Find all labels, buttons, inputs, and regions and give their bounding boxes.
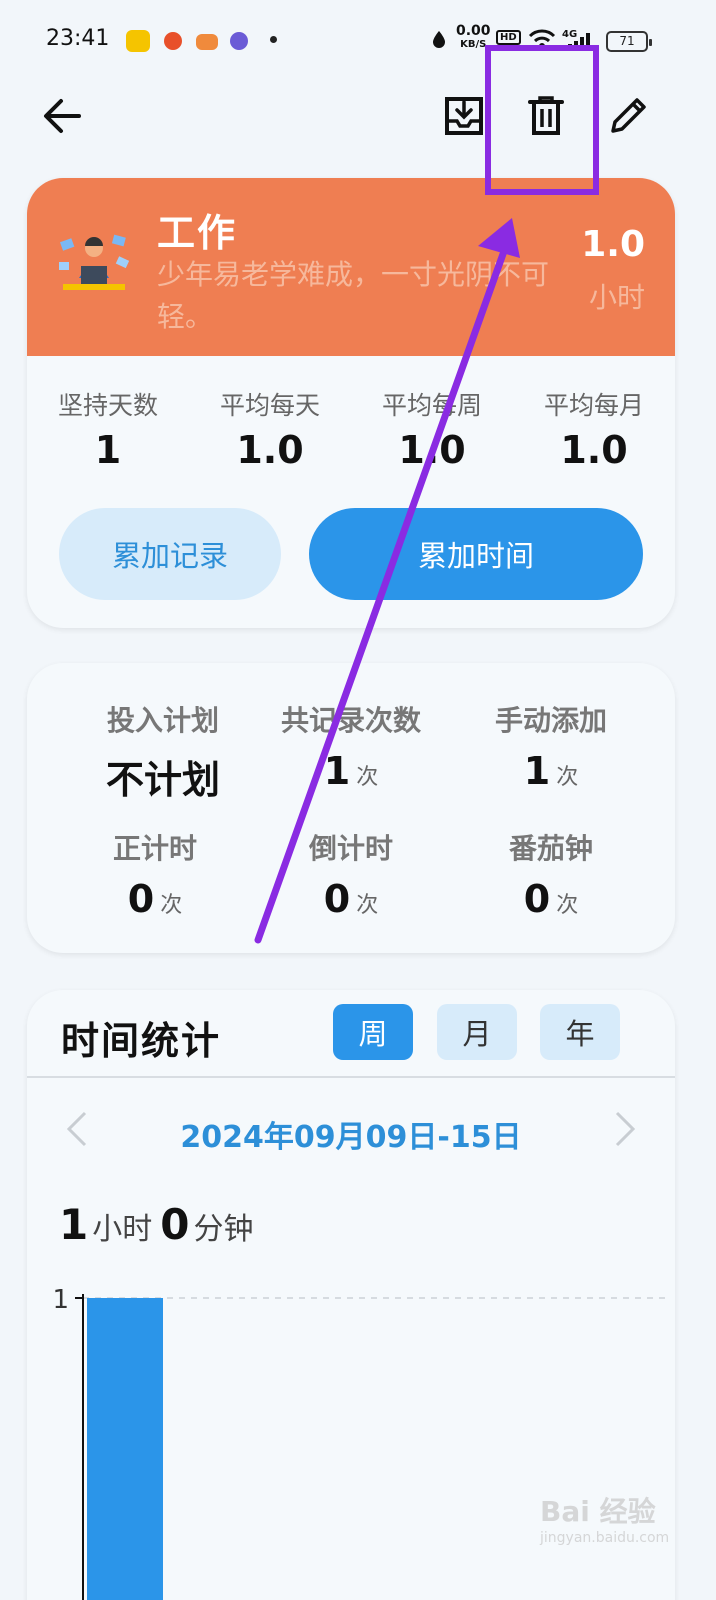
- tab-week[interactable]: 周: [333, 1004, 413, 1060]
- plan-value: 1次: [523, 749, 579, 793]
- app-notification-icon: [230, 32, 248, 50]
- chevron-right-icon: [615, 1111, 636, 1147]
- plan-value: 0次: [523, 877, 579, 921]
- activity-banner: 工作 少年易老学难成，一寸光阴不可轻。 1.0 小时: [27, 178, 675, 356]
- summary-stats: 坚持天数 1 平均每天 1.0 平均每周 1.0 平均每月 1.0: [27, 386, 675, 472]
- plan-value: 0次: [127, 877, 183, 921]
- activity-card: 工作 少年易老学难成，一寸光阴不可轻。 1.0 小时 坚持天数 1 平均每天 1…: [27, 178, 675, 628]
- tab-year[interactable]: 年: [540, 1004, 620, 1060]
- plan-value: 不计划: [105, 758, 220, 802]
- time-stats-title: 时间统计: [61, 1019, 222, 1063]
- download-tray-icon: [445, 97, 483, 135]
- app-notification-icon: [126, 30, 150, 52]
- plan-countdown: 倒计时 0次: [243, 827, 459, 921]
- stat-value: 1: [94, 428, 122, 472]
- plan-label: 正计时: [112, 832, 197, 865]
- stat-label: 平均每周: [381, 391, 482, 420]
- svg-text:4G: 4G: [562, 29, 577, 40]
- status-bar: 23:41 0.00 KB/S HD 4G 71: [0, 0, 716, 80]
- divider: [27, 1076, 675, 1078]
- plan-label: 倒计时: [308, 832, 393, 865]
- stat-daily-average: 平均每天 1.0: [189, 386, 351, 472]
- plan-card: 投入计划 不计划 共记录次数 1次 手动添加 1次 正计时 0次 倒计时 0次 …: [27, 663, 675, 953]
- date-range-label: 2024年09月09日-15日: [180, 1120, 522, 1155]
- time-bar-chart: 1: [52, 1285, 667, 1600]
- plan-value: 1次: [323, 749, 379, 793]
- baidu-watermark: Bai 经验 jingyan.baidu.com: [540, 1495, 670, 1546]
- activity-total-hours: 1.0: [581, 224, 645, 265]
- game-notification-icon: [196, 34, 218, 50]
- activity-hours-unit: 小时: [588, 281, 645, 314]
- more-notifications-dot: [270, 36, 277, 43]
- battery-indicator: 71: [606, 31, 652, 52]
- next-period-button[interactable]: [613, 1110, 637, 1152]
- plan-stopwatch: 正计时 0次: [47, 827, 263, 921]
- plan-label: 投入计划: [106, 704, 219, 737]
- chart-y-tick-label: 1: [52, 1285, 69, 1315]
- minutes-unit: 分钟: [193, 1212, 254, 1247]
- stat-streak-days: 坚持天数 1: [27, 386, 189, 472]
- export-button[interactable]: [440, 92, 488, 140]
- stat-value: 1.0: [398, 428, 466, 472]
- total-minutes-value: 0: [160, 1200, 190, 1249]
- worker-illustration: [59, 234, 130, 290]
- data-saver-icon: [433, 31, 445, 48]
- annotation-highlight-box: [485, 45, 599, 195]
- stat-label: 坚持天数: [57, 391, 158, 420]
- status-time: 23:41: [46, 26, 110, 51]
- stat-weekly-average: 平均每周 1.0: [351, 386, 513, 472]
- back-button[interactable]: [38, 92, 86, 140]
- activity-title: 工作: [157, 211, 238, 255]
- stat-monthly-average: 平均每月 1.0: [513, 386, 675, 472]
- hd-voice-badge: HD: [496, 30, 521, 45]
- tab-month[interactable]: 月: [437, 1004, 517, 1060]
- app-notification-icon: [164, 32, 182, 50]
- stat-value: 1.0: [236, 428, 304, 472]
- plan-total-records: 共记录次数 1次: [243, 699, 459, 793]
- stat-label: 平均每月: [543, 391, 644, 420]
- plan-label: 番茄钟: [508, 832, 593, 865]
- pencil-icon: [611, 98, 646, 133]
- chart-bar: [87, 1298, 163, 1600]
- plan-value: 0次: [323, 877, 379, 921]
- arrow-left-icon: [44, 99, 81, 133]
- stat-value: 1.0: [560, 428, 628, 472]
- period-total: 1 小时 0 分钟: [59, 1200, 261, 1249]
- add-time-button[interactable]: 累加时间: [309, 508, 643, 600]
- activity-motto: 少年易老学难成，一寸光阴不可轻。: [157, 258, 550, 333]
- stat-label: 平均每天: [219, 391, 320, 420]
- plan-pomodoro: 番茄钟 0次: [443, 827, 659, 921]
- plan-label: 共记录次数: [280, 704, 421, 737]
- total-hours-value: 1: [59, 1200, 89, 1249]
- plan-investment: 投入计划 不计划: [55, 699, 271, 804]
- hours-unit: 小时: [92, 1212, 153, 1247]
- edit-button[interactable]: [604, 92, 652, 140]
- plan-label: 手动添加: [494, 704, 607, 737]
- add-record-button[interactable]: 累加记录: [59, 508, 281, 600]
- plan-manual-add: 手动添加 1次: [443, 699, 659, 793]
